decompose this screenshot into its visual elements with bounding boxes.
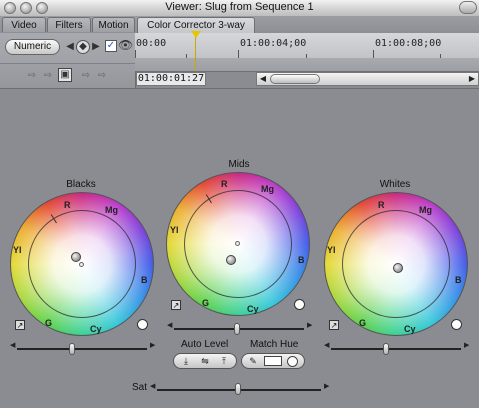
match-hue-eyedropper-icon[interactable]: ✎ bbox=[245, 354, 261, 368]
whites-label-yl: Yl bbox=[327, 245, 336, 255]
view-mode-icon-4[interactable]: ⇨ bbox=[96, 70, 108, 82]
blacks-title: Blacks bbox=[66, 179, 96, 190]
whites-slider-left-icon[interactable]: ◀ bbox=[324, 342, 329, 349]
view-mode-icon-3[interactable]: ⇨ bbox=[80, 70, 92, 82]
whites-slider-right-icon[interactable]: ▶ bbox=[464, 342, 469, 349]
whites-balance-control[interactable] bbox=[393, 263, 403, 273]
view-mode-icon-2[interactable]: ⇨ bbox=[42, 70, 54, 82]
blacks-label-r: R bbox=[64, 200, 71, 210]
blacks-slider-thumb[interactable] bbox=[69, 343, 75, 355]
filter-controls-header: Numeric ◀ ◆ ▶ ✓ 👁 ⇨ ⇨ ▣ ⇨ ⇨ bbox=[0, 33, 136, 89]
view-buttons-row: ⇨ ⇨ ▣ ⇨ ⇨ bbox=[0, 63, 135, 89]
tab-filters[interactable]: Filters bbox=[47, 17, 91, 32]
mids-label-mg: Mg bbox=[261, 184, 274, 194]
mids-slider-right-icon[interactable]: ▶ bbox=[307, 322, 312, 329]
tab-strip: Video Filters Motion Color Corrector 3-w… bbox=[0, 16, 479, 34]
mids-slider-thumb[interactable] bbox=[234, 323, 240, 335]
enable-checkbox[interactable]: ✓ bbox=[105, 40, 117, 52]
frame-view-icon[interactable]: ▣ bbox=[58, 68, 72, 82]
toolbar-toggle-button[interactable] bbox=[459, 1, 477, 14]
mids-balance-marker bbox=[235, 241, 240, 246]
blacks-eyedropper-icon[interactable]: ↗ bbox=[15, 320, 25, 330]
playhead-handle[interactable] bbox=[191, 31, 201, 38]
current-timecode-field[interactable]: 01:00:01:27 bbox=[136, 72, 206, 86]
mids-label-b: B bbox=[298, 255, 305, 265]
mids-eyedropper-icon[interactable]: ↗ bbox=[171, 300, 181, 310]
ruler-tick bbox=[135, 50, 136, 58]
match-hue-reset-button[interactable] bbox=[287, 356, 298, 367]
whites-label-g: G bbox=[359, 318, 367, 328]
tab-video[interactable]: Video bbox=[2, 17, 46, 32]
ruler-tick bbox=[238, 50, 239, 58]
scroll-thumb[interactable] bbox=[270, 74, 320, 84]
timecode-end: 01:00:08;00 bbox=[375, 38, 442, 49]
whites-title: Whites bbox=[379, 179, 411, 190]
mids-label-g: G bbox=[202, 298, 210, 308]
blacks-label-cy: Cy bbox=[90, 324, 102, 334]
scroll-right-icon[interactable]: ▶ bbox=[467, 74, 477, 84]
playhead-line bbox=[195, 33, 196, 71]
whites-eyedropper-icon[interactable]: ↗ bbox=[329, 320, 339, 330]
auto-level-buttons: ⤓ ⇋ ⤒ bbox=[173, 353, 237, 369]
blacks-balance-control[interactable] bbox=[71, 252, 81, 262]
blacks-balance-marker bbox=[79, 262, 84, 267]
whites-label-mg: Mg bbox=[419, 205, 432, 215]
blacks-label-mg: Mg bbox=[105, 205, 118, 215]
view-mode-icon-1[interactable]: ⇨ bbox=[26, 70, 38, 82]
sat-slider-right-icon[interactable]: ▶ bbox=[324, 383, 329, 390]
blacks-label-b: B bbox=[141, 275, 148, 285]
window-title: Viewer: Slug from Sequence 1 bbox=[165, 1, 314, 13]
match-color-swatch[interactable] bbox=[264, 356, 282, 366]
timeline-scrollbar[interactable]: ◀ ▶ bbox=[256, 72, 479, 86]
blacks-level-slider[interactable] bbox=[17, 348, 147, 350]
eye-icon[interactable]: 👁 bbox=[118, 39, 133, 51]
timeline-ruler[interactable]: 00:00 01:00:04;00 01:00:08;00 bbox=[135, 33, 479, 59]
blacks-reset-button[interactable] bbox=[137, 319, 148, 330]
whites-level-slider[interactable] bbox=[331, 348, 461, 350]
match-hue-buttons: ✎ bbox=[241, 353, 305, 369]
timecode-mid: 01:00:04;00 bbox=[240, 38, 307, 49]
blacks-slider-left-icon[interactable]: ◀ bbox=[10, 342, 15, 349]
mids-label-yl: Yl bbox=[170, 225, 179, 235]
keyframe-track[interactable] bbox=[135, 58, 479, 72]
whites-reset-button[interactable] bbox=[451, 319, 462, 330]
mids-reset-button[interactable] bbox=[294, 299, 305, 310]
saturation-slider-thumb[interactable] bbox=[235, 383, 241, 395]
blacks-label-g: G bbox=[45, 318, 53, 328]
auto-black-level-button[interactable]: ⤓ bbox=[177, 354, 195, 368]
auto-contrast-button[interactable]: ⇋ bbox=[196, 354, 214, 368]
mids-slider-left-icon[interactable]: ◀ bbox=[167, 322, 172, 329]
keyframe-button[interactable]: ◆ bbox=[76, 40, 90, 54]
numeric-button[interactable]: Numeric bbox=[5, 39, 60, 55]
mids-label-r: R bbox=[221, 179, 228, 189]
whites-slider-thumb[interactable] bbox=[383, 343, 389, 355]
blacks-label-yl: Yl bbox=[13, 245, 22, 255]
whites-color-wheel[interactable]: R Mg B Cy G Yl bbox=[324, 192, 468, 336]
window-title-bar: Viewer: Slug from Sequence 1 bbox=[0, 0, 479, 17]
match-hue-label: Match Hue bbox=[250, 339, 299, 350]
mids-label-cy: Cy bbox=[247, 304, 259, 314]
scroll-left-icon[interactable]: ◀ bbox=[258, 74, 268, 84]
blacks-color-wheel[interactable]: R Mg B Cy G Yl bbox=[10, 192, 154, 336]
auto-level-label: Auto Level bbox=[181, 339, 229, 350]
tab-motion[interactable]: Motion bbox=[92, 17, 135, 32]
next-arrow-icon[interactable]: ▶ bbox=[92, 41, 100, 53]
whites-label-cy: Cy bbox=[404, 324, 416, 334]
mids-title: Mids bbox=[228, 159, 250, 170]
prev-arrow-icon[interactable]: ◀ bbox=[66, 41, 74, 53]
whites-label-r: R bbox=[378, 200, 385, 210]
divider bbox=[0, 88, 479, 89]
timecode-start: 00:00 bbox=[136, 38, 167, 49]
whites-label-b: B bbox=[455, 275, 462, 285]
mids-balance-control[interactable] bbox=[226, 255, 236, 265]
sat-slider-left-icon[interactable]: ◀ bbox=[150, 383, 155, 390]
saturation-label: Sat bbox=[132, 382, 148, 393]
ruler-tick bbox=[373, 50, 374, 58]
mids-color-wheel[interactable]: R Mg B Cy G Yl bbox=[166, 172, 310, 316]
blacks-slider-right-icon[interactable]: ▶ bbox=[150, 342, 155, 349]
auto-white-level-button[interactable]: ⤒ bbox=[215, 354, 233, 368]
